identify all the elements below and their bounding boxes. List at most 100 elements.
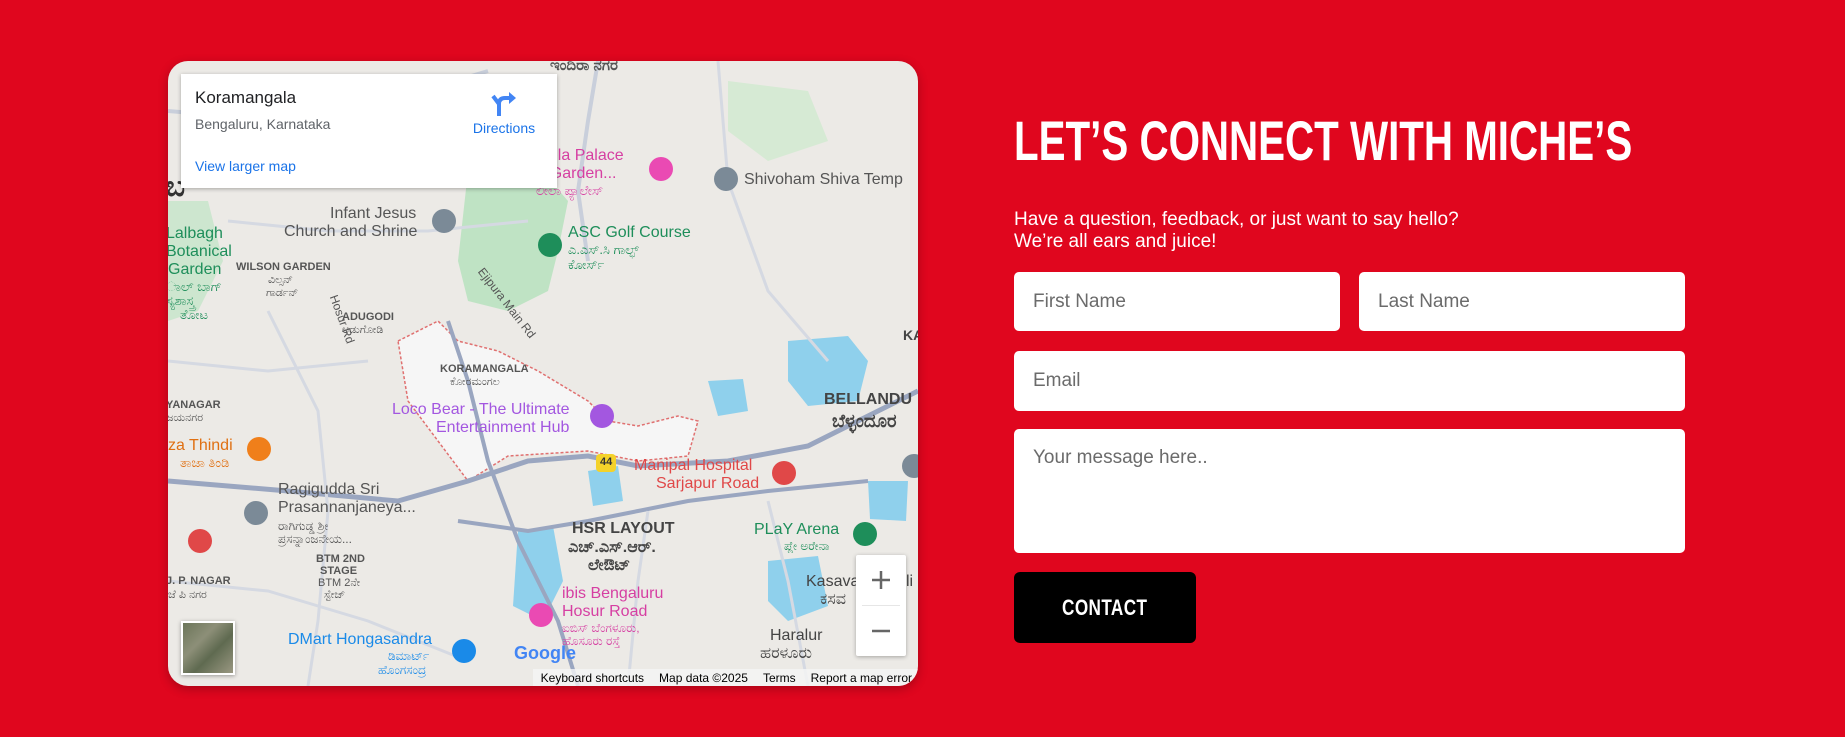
directions-icon: [489, 88, 519, 118]
report-map-error-link[interactable]: Report a map error: [811, 671, 912, 685]
map-label: ಲೇಔಟ್: [588, 557, 631, 574]
map-label: ಬೆಳ್ಳಂದೂರ: [832, 411, 897, 431]
map-label: KA: [903, 327, 918, 343]
map-attribution-bar: Keyboard shortcuts Map data ©2025 Terms …: [532, 669, 918, 686]
hotel-pin-icon: [529, 603, 553, 627]
pin-icon: [902, 454, 918, 478]
map-label: ADUGODI: [342, 311, 394, 323]
google-logo: Google: [514, 643, 576, 663]
arena-pin-icon: [853, 522, 877, 546]
contact-subtitle: Have a question, feedback, or just want …: [1014, 209, 1534, 253]
zoom-out-button[interactable]: [856, 606, 906, 656]
plus-icon: [872, 571, 890, 589]
satellite-toggle-thumbnail[interactable]: [181, 621, 235, 675]
zoom-in-button[interactable]: [856, 555, 906, 605]
email-input[interactable]: [1014, 351, 1685, 411]
contact-heading: LET’S CONNECT WITH MICHE’S: [1014, 109, 1633, 172]
map-label: ಗಾರ್ಡನ್: [266, 287, 299, 299]
hotel-pin-icon: [649, 157, 673, 181]
map-label: Lalbagh: [168, 225, 223, 242]
map-label: Haralur: [770, 627, 823, 644]
map-label: ibis Bengaluru: [562, 585, 664, 602]
map-label: Sarjapur Road: [656, 475, 760, 492]
map-label: ಜಯನಗರ: [168, 412, 204, 424]
map-label: Shivoham Shiva Temp: [744, 171, 903, 188]
map-label: ಕಸವ: [820, 591, 846, 608]
lake: [868, 481, 908, 521]
hospital-pin-icon: [188, 529, 212, 553]
hospital-pin-icon: [772, 461, 796, 485]
map-label: Loco Bear - The Ultimate: [392, 401, 570, 418]
map-label: KORAMANGALA: [440, 363, 529, 375]
map-label: ತಾಜಾ ತಿಂಡಿ: [180, 455, 230, 470]
directions-button[interactable]: Directions: [459, 88, 549, 136]
contact-submit-button[interactable]: CONTACT: [1014, 572, 1196, 643]
entertainment-pin-icon: [590, 404, 614, 428]
map-label: YANAGAR: [168, 399, 221, 411]
map-label: BTM 2ND: [316, 553, 365, 565]
map-label: J. P. NAGAR: [168, 575, 231, 587]
highway-number: 44: [600, 456, 613, 468]
map-label: Infant Jesus: [330, 205, 417, 222]
map-label: Entertainment Hub: [436, 419, 570, 436]
map-label: li: [906, 573, 914, 590]
map-label: Kasava: [806, 573, 860, 590]
place-address: Bengaluru, Karnataka: [195, 116, 331, 132]
map-label: Church and Shrine: [284, 223, 418, 240]
zoom-controls: [856, 555, 906, 656]
temple-pin-icon: [244, 501, 268, 525]
temple-pin-icon: [714, 167, 738, 191]
map-label: ಸ್ಟೇಜ್: [324, 589, 346, 601]
map-label: Botanical: [168, 243, 232, 260]
last-name-input[interactable]: [1359, 272, 1685, 331]
map-label: ಎಚ್.ಎಸ್.ಆರ್.: [568, 539, 656, 556]
park-area: [728, 81, 828, 161]
map-label: Hosur Road: [562, 603, 648, 620]
shop-pin-icon: [452, 639, 476, 663]
map-label: Ragigudda Sri: [278, 481, 380, 498]
keyboard-shortcuts-link[interactable]: Keyboard shortcuts: [541, 671, 644, 685]
map-label: ವಿಲ್ಸನ್: [268, 274, 293, 286]
terms-link[interactable]: Terms: [763, 671, 796, 685]
subtitle-line: We’re all ears and juice!: [1014, 231, 1217, 252]
map-label: ಕೋರಮಂಗಲ: [450, 376, 500, 388]
embedded-map[interactable]: ಇಂದಿರಾ ನಗರ ಬ eela Palace - Garden... ಲೀಲ…: [168, 61, 918, 686]
map-data-text: Map data ©2025: [659, 670, 748, 685]
golf-pin-icon: [538, 233, 562, 257]
map-label: ಎ.ಎಸ್.ಸಿ ಗಾಲ್ಫ್: [568, 242, 639, 257]
map-label: ಪ್ರಸನ್ನಾಂಜನೇಯ...: [278, 532, 352, 546]
subtitle-line: Have a question, feedback, or just want …: [1014, 209, 1459, 230]
first-name-input[interactable]: [1014, 272, 1340, 331]
view-larger-map-link[interactable]: View larger map: [195, 158, 296, 174]
place-info-card: Koramangala Bengaluru, Karnataka View la…: [181, 74, 557, 188]
road: [168, 359, 369, 373]
map-label: Garden: [168, 261, 222, 278]
directions-label: Directions: [472, 120, 536, 136]
map-label: ಆಡುಗೋಡಿ: [342, 324, 384, 336]
map-label: HSR LAYOUT: [572, 520, 675, 537]
map-label: ಹರಳೂರು: [760, 645, 813, 662]
map-label: ಕೋರ್ಸ್: [568, 257, 605, 272]
map-label: STAGE: [320, 565, 358, 577]
map-label: ಜೆ ಪಿ ನಗರ: [168, 589, 207, 601]
place-name: Koramangala: [195, 88, 297, 107]
map-label: Prasannanjaneya...: [278, 499, 416, 516]
contact-button-label: CONTACT: [1062, 594, 1148, 620]
map-label: ಇಂದಿರಾ ನಗರ: [550, 61, 618, 74]
map-label: PLaY Arena: [754, 521, 840, 538]
message-textarea[interactable]: [1014, 429, 1685, 553]
map-label: ಡಿಮಾರ್ಟ್: [388, 649, 430, 663]
map-label: BELLANDU: [824, 391, 912, 408]
map-label: za Thindi: [168, 437, 233, 454]
church-pin-icon: [432, 209, 456, 233]
map-label: WILSON GARDEN: [236, 261, 331, 273]
map-label: ತೋಟ: [180, 307, 208, 322]
restaurant-pin-icon: [247, 437, 271, 461]
minus-icon: [872, 629, 890, 633]
map-label: DMart Hongasandra: [288, 631, 433, 648]
map-label: ಪ್ಲೇ ಅರೇನಾ: [784, 539, 830, 553]
map-label: ಹೊಂಗಸಂದ್ರ: [378, 663, 427, 677]
map-label: ASC Golf Course: [568, 224, 691, 241]
map-label: Manipal Hospital: [634, 457, 753, 474]
lake: [708, 379, 748, 416]
